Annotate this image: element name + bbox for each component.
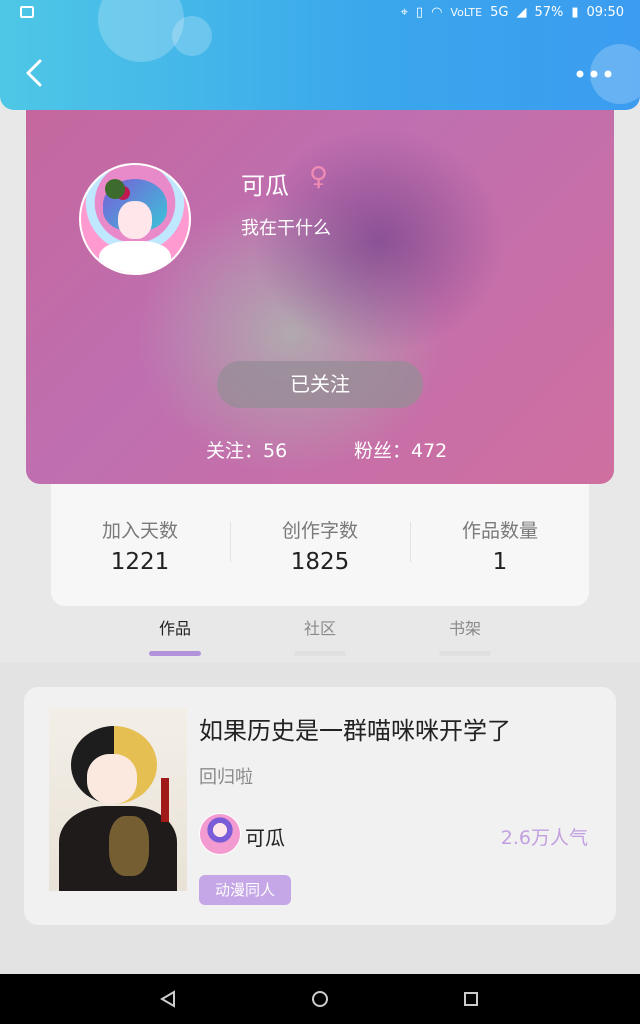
avatar[interactable]	[79, 163, 191, 275]
tab-bookshelf[interactable]: 书架	[425, 615, 505, 656]
work-description: 回归啦	[199, 767, 253, 788]
tab-indicator	[149, 651, 201, 656]
battery-percent: 57%	[534, 5, 564, 20]
work-title[interactable]: 如果历史是一群喵咪咪开学了	[199, 711, 511, 746]
tab-bar: 作品 社区 书架	[0, 615, 640, 663]
tab-community[interactable]: 社区	[280, 615, 360, 656]
chevron-left-icon	[26, 59, 42, 87]
divider	[230, 522, 231, 562]
stat-label: 加入天数	[101, 520, 178, 542]
divider	[410, 522, 411, 562]
tab-label: 书架	[448, 619, 481, 638]
profile-name: 可瓜	[241, 172, 289, 200]
stat-value: 1221	[110, 549, 170, 575]
more-button[interactable]	[574, 64, 614, 84]
stat-join-days: 加入天数 1221	[55, 516, 225, 575]
stat-value: 1	[492, 549, 508, 575]
stat-value: 1825	[290, 549, 350, 575]
wifi-icon: ◠	[431, 5, 443, 20]
follow-button[interactable]: 已关注	[217, 361, 423, 408]
system-nav-bar	[0, 974, 640, 1024]
recents-square-icon[interactable]	[461, 989, 481, 1009]
back-button[interactable]	[18, 55, 54, 91]
stat-works-count: 作品数量 1	[415, 516, 585, 575]
tab-works[interactable]: 作品	[135, 615, 215, 656]
vibrate-icon: ▯	[415, 5, 424, 20]
top-header: ⌖ ▯ ◠ VoLTE 5G ◢ 57% ▮ 09:50	[0, 0, 640, 110]
tab-indicator	[294, 651, 346, 656]
stat-label: 创作字数	[281, 520, 358, 542]
network-label: 5G	[490, 5, 509, 20]
home-circle-icon[interactable]	[310, 989, 330, 1009]
battery-icon: ▮	[571, 5, 579, 20]
back-triangle-icon[interactable]	[158, 989, 178, 1009]
stats-card: 加入天数 1221 创作字数 1825 作品数量 1	[51, 478, 589, 606]
status-bar: ⌖ ▯ ◠ VoLTE 5G ◢ 57% ▮ 09:50	[0, 0, 640, 28]
tab-label: 社区	[303, 619, 336, 638]
popularity-count: 2.6万人气	[500, 827, 588, 849]
location-icon: ⌖	[400, 5, 408, 20]
following-count[interactable]: 关注：56	[206, 436, 287, 463]
stat-label: 作品数量	[461, 520, 538, 542]
book-cover[interactable]	[49, 708, 187, 891]
clock: 09:50	[586, 5, 624, 20]
more-dots-icon	[576, 70, 612, 78]
category-tag[interactable]: 动漫同人	[199, 875, 292, 905]
signal-icon: ◢	[516, 5, 527, 20]
profile-card: 可瓜 ♀ 我在干什么 已关注 关注：56 粉丝：472	[26, 110, 614, 484]
author-avatar[interactable]	[199, 813, 241, 855]
profile-bio: 我在干什么	[241, 218, 331, 239]
status-right-group: ⌖ ▯ ◠ VoLTE 5G ◢ 57% ▮ 09:50	[401, 5, 624, 20]
work-card[interactable]: 如果历史是一群喵咪咪开学了 回归啦 可瓜 2.6万人气 动漫同人	[24, 687, 616, 925]
followers-count[interactable]: 粉丝：472	[354, 436, 447, 463]
female-icon: ♀	[309, 162, 329, 192]
tab-indicator	[439, 651, 491, 656]
image-notification-icon	[20, 6, 34, 18]
tab-label: 作品	[158, 619, 191, 638]
volte-label: VoLTE	[450, 6, 483, 19]
author-name[interactable]: 可瓜	[245, 822, 285, 851]
stat-word-count: 创作字数 1825	[235, 516, 405, 575]
